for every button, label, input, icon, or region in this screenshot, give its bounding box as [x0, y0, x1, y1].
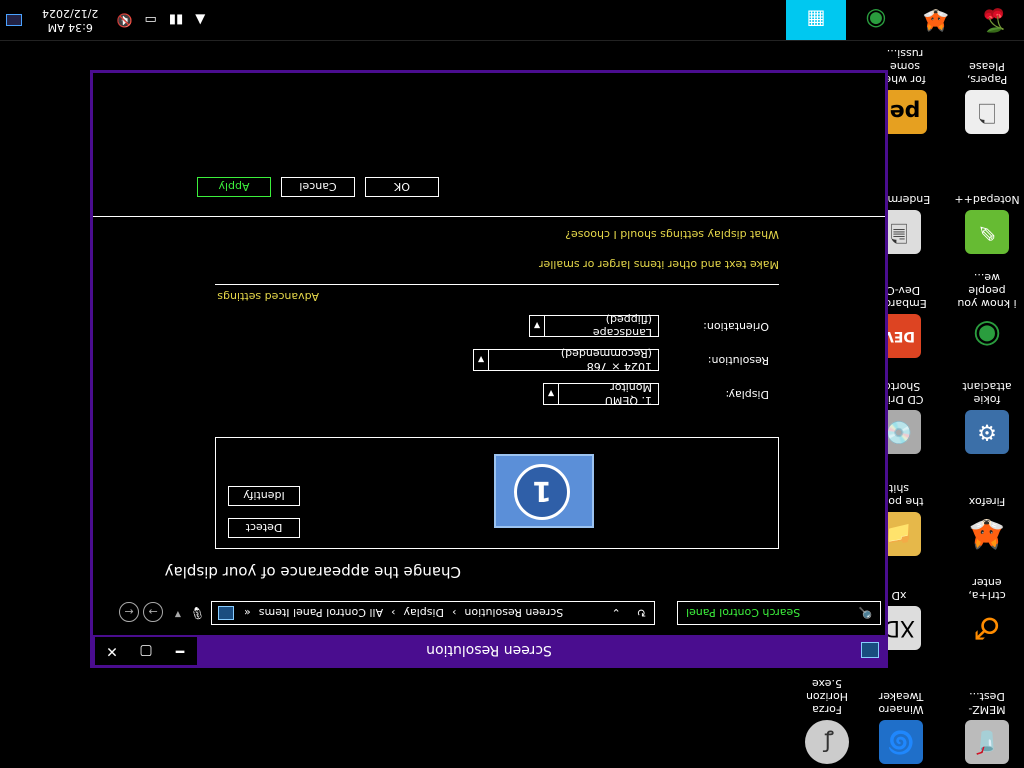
orientation-label: Orientation:: [703, 320, 769, 333]
back-button[interactable]: ←: [119, 602, 139, 622]
blank-file-icon: 🗋: [965, 90, 1009, 134]
forza-icon: ʆ: [805, 720, 849, 764]
window-title: Screen Resolution: [426, 642, 552, 658]
chevron-down-icon: ▼: [544, 384, 559, 404]
desktop-icon-notepadpp[interactable]: ✎ Notepad++: [954, 193, 1020, 254]
desktop-icon-memz[interactable]: 🥤 MEMZ-Dest...: [954, 690, 1020, 764]
chevron-down-icon: ▼: [474, 350, 489, 370]
desktop-icon-firefox[interactable]: 🦊 Firefox: [954, 495, 1020, 556]
control-panel-icon: [218, 606, 234, 620]
firefox-icon: 🦊: [968, 516, 1006, 552]
chrome-taskbar-button[interactable]: ◉: [846, 0, 906, 40]
page-heading: Change the appearance of your display: [164, 563, 461, 581]
pe-app-icon: pe: [883, 90, 927, 134]
resolution-select[interactable]: 1024 × 768 (Recommended) ▼: [473, 347, 659, 373]
cherry-icon: 🍒: [980, 7, 1008, 33]
address-row: 🔍 Search Control Panel ↻ ⌄ Screen Resolu…: [93, 597, 885, 627]
dropdown-icon[interactable]: ⌄: [612, 607, 621, 620]
ok-button[interactable]: OK: [365, 177, 439, 197]
firefox-icon: 🦊: [922, 7, 950, 33]
breadcrumb-separator: ›: [452, 606, 457, 620]
notepad-plus-plus-icon: ✎: [965, 210, 1009, 254]
advanced-settings-link[interactable]: Advanced settings: [217, 290, 319, 303]
resolution-value: 1024 × 768 (Recommended): [560, 347, 652, 373]
control-panel-icon: ▦: [806, 8, 826, 32]
orientation-row: Landscape (flipped) ▼ Orientation:: [215, 313, 779, 339]
firefox-taskbar-button[interactable]: 🦊: [906, 0, 966, 40]
text-size-link[interactable]: Make text and other items larger or smal…: [539, 258, 779, 271]
display-row: 1. QEMU Monitor ▼ Display:: [215, 381, 779, 407]
display-help-link[interactable]: What display settings should I choose?: [565, 228, 779, 241]
clock-time: 6:34 AM: [47, 21, 93, 34]
breadcrumb-all-items[interactable]: All Control Panel Items: [259, 607, 383, 620]
chrome-icon: ◉: [973, 317, 1001, 356]
breadcrumb-screen-resolution[interactable]: Screen Resolution: [464, 607, 563, 620]
monitor-number: 1: [514, 464, 570, 520]
search-icon: 🔍: [858, 606, 872, 620]
detect-button[interactable]: Detect: [228, 518, 300, 538]
search-input[interactable]: 🔍 Search Control Panel: [677, 601, 881, 625]
desktop-icon-iknowyou[interactable]: ◉ i know you people we...: [954, 271, 1020, 358]
desktop-icon-ctrla[interactable]: ♂ ctrl+a, enter: [954, 576, 1020, 650]
desktop-icon-forza[interactable]: ʆ Forza Horizon 5.exe: [794, 677, 860, 764]
microphone-icon[interactable]: 🎙: [190, 606, 205, 620]
divider: [215, 284, 779, 285]
desktop-icon-winaero[interactable]: 🌀 Winaero Tweaker: [868, 690, 934, 764]
ctrl-a-icon: ♂: [973, 610, 1001, 646]
volume-muted-icon[interactable]: 🔇: [116, 13, 132, 28]
address-bar[interactable]: ↻ ⌄ Screen Resolution › Display › All Co…: [211, 601, 655, 625]
monitor-1-preview[interactable]: 1: [494, 454, 594, 528]
breadcrumb-separator: ›: [391, 606, 396, 620]
screen-resolution-window: ━ ▢ ✕ Screen Resolution 🔍 Search Control…: [90, 70, 888, 668]
display-select[interactable]: 1. QEMU Monitor ▼: [543, 381, 659, 407]
identify-button[interactable]: Identify: [228, 486, 300, 506]
winaero-icon: 🌀: [879, 720, 923, 764]
clock-date: 2/12/2024: [42, 7, 99, 20]
monitor-preview-box: Detect Identify 1: [215, 437, 779, 549]
flipped-screen: 🥤 MEMZ-Dest... 🌀 Winaero Tweaker ʆ Forza…: [0, 0, 1024, 768]
refresh-icon[interactable]: ↻: [637, 607, 646, 620]
apply-button[interactable]: Apply: [197, 177, 271, 197]
resolution-row: 1024 × 768 (Recommended) ▼ Resolution:: [215, 347, 779, 373]
desktop-icon-fokie[interactable]: ⚙ fokie attaciant: [954, 380, 1020, 454]
display-label: Display:: [725, 388, 769, 401]
memz-icon: 🥤: [965, 720, 1009, 764]
system-tray: ▲ ▮▮ ▭ 🔇 6:34 AM 2/12/2024: [0, 0, 211, 40]
show-desktop-button[interactable]: [6, 14, 22, 26]
search-placeholder: Search Control Panel: [686, 606, 801, 620]
breadcrumb-display[interactable]: Display: [403, 607, 444, 620]
control-panel-taskbar-button[interactable]: ▦: [786, 0, 846, 40]
breadcrumb-prefix[interactable]: «: [244, 607, 251, 620]
chrome-icon: ◉: [865, 6, 887, 34]
cherry-app-button[interactable]: 🍒: [964, 0, 1024, 40]
divider: [93, 216, 885, 217]
settings-gear-icon: ⚙: [965, 410, 1009, 454]
orientation-value: Landscape (flipped): [592, 313, 652, 339]
battery-icon[interactable]: ▭: [145, 13, 157, 28]
cancel-button[interactable]: Cancel: [281, 177, 355, 197]
clock[interactable]: 6:34 AM 2/12/2024: [42, 6, 98, 34]
title-bar[interactable]: ━ ▢ ✕ Screen Resolution: [93, 635, 885, 665]
recent-dropdown-icon[interactable]: ▼: [175, 610, 181, 619]
orientation-select[interactable]: Landscape (flipped) ▼: [529, 313, 659, 339]
tray-overflow-chevron-icon[interactable]: ▲: [195, 13, 205, 28]
taskbar: 🍒 🦊 ◉ ▦ ▲ ▮▮ ▭ 🔇 6:34 AM 2/12/2024: [0, 0, 1024, 41]
chevron-down-icon: ▼: [530, 316, 545, 336]
network-icon[interactable]: ▮▮: [169, 13, 183, 28]
desktop-icon-papers[interactable]: 🗋 Papers, Please: [954, 60, 1020, 134]
resolution-label: Resolution:: [707, 354, 769, 367]
forward-button[interactable]: →: [143, 602, 163, 622]
display-value: 1. QEMU Monitor: [604, 381, 652, 407]
